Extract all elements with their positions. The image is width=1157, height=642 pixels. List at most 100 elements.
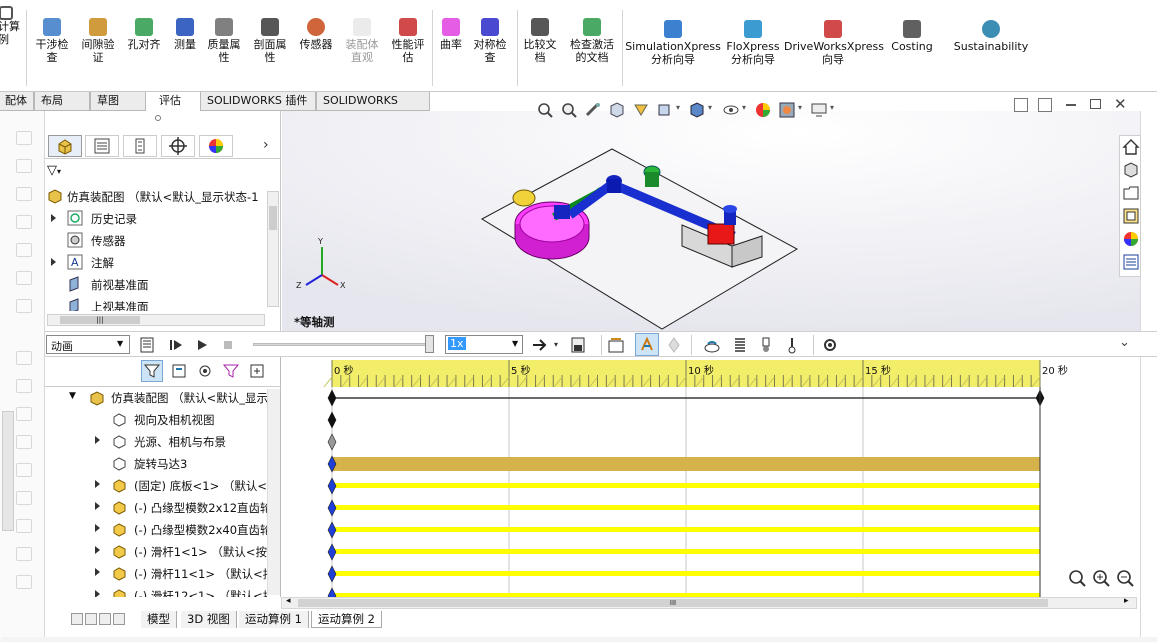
chevron-down-icon[interactable]: ▾: [554, 340, 558, 349]
display-manager-tab[interactable]: [199, 135, 233, 157]
chevron-right-icon[interactable]: ›: [263, 137, 269, 153]
scrollbar-thumb[interactable]: |||: [60, 316, 140, 324]
chevron-down-icon[interactable]: ▾: [742, 103, 746, 112]
motion-tree-root[interactable]: ▼ 仿真装配图 （默认<默认_显示状: [45, 387, 267, 409]
tab-assembly[interactable]: 配体: [0, 92, 34, 111]
playback-speed-select[interactable]: 1x ▼: [445, 335, 523, 354]
graphics-viewport[interactable]: ▾ ▾ ▾ ▾ ▾ ✕ Y X Z *等轴测: [282, 95, 1140, 331]
tree-item-top-plane[interactable]: 上视基准面: [47, 297, 267, 311]
ribbon-clearance-verification-button[interactable]: 间隙验 证: [78, 18, 118, 64]
motion-study-properties-icon[interactable]: [821, 336, 839, 354]
ribbon-assembly-visualization-button[interactable]: 装配体 直观: [340, 18, 384, 64]
motion-tree-item-lights-cameras-scene[interactable]: 光源、相机与布景: [45, 431, 267, 453]
ribbon-performance-evaluation-button[interactable]: 性能评 估: [386, 18, 430, 64]
motion-tree-item-rotary-motor[interactable]: 旋转马达3: [45, 453, 267, 475]
design-library-icon[interactable]: [1122, 161, 1140, 179]
ribbon-sustainability-button[interactable]: Sustainability: [946, 20, 1036, 53]
expand-arrow-icon[interactable]: [51, 258, 56, 266]
tab-sketch[interactable]: 草图: [90, 92, 146, 111]
left-splitter[interactable]: [2, 411, 14, 531]
zoom-area-icon[interactable]: [560, 101, 578, 119]
ribbon-floxpress-button[interactable]: FloXpress 分析向导: [722, 20, 784, 66]
close-icon[interactable]: ✕: [1114, 95, 1127, 113]
configurationmanager-tab[interactable]: [123, 135, 157, 157]
ribbon-interference-detection-button[interactable]: 干涉检 查: [30, 18, 74, 64]
home-icon[interactable]: [1122, 138, 1140, 156]
study-type-select[interactable]: 动画 ▼: [46, 335, 130, 354]
damper-icon[interactable]: [757, 336, 775, 354]
filter-selected-icon[interactable]: [197, 363, 215, 381]
collapse-motion-manager-icon[interactable]: ⌄: [1119, 335, 1130, 350]
zoom-to-fit-timeline-icon[interactable]: [1068, 569, 1088, 589]
playback-slider[interactable]: [253, 343, 429, 346]
motion-tree-item-view-camera[interactable]: 视向及相机视图: [45, 409, 267, 431]
motion-tree-item-slider-11[interactable]: (-) 滑杆11<1> （默认<按加: [45, 563, 267, 585]
tree-vertical-scrollbar[interactable]: [267, 191, 279, 307]
ribbon-hole-alignment-button[interactable]: 孔对齐: [124, 18, 164, 51]
expand-arrow-icon[interactable]: [95, 590, 100, 597]
view-palette-icon[interactable]: [1122, 207, 1140, 225]
zoom-in-icon[interactable]: [1092, 569, 1112, 589]
tab-solidworks-addins[interactable]: SOLIDWORKS 插件: [200, 92, 316, 111]
save-animation-icon[interactable]: [569, 336, 587, 354]
display-style-icon[interactable]: [688, 101, 706, 119]
tab-3d-view[interactable]: 3D 视图: [181, 611, 237, 628]
motion-tree-item-slider-12[interactable]: (-) 滑杆12<1> （默认<按加: [45, 585, 267, 597]
ribbon-mass-properties-button[interactable]: 质量属 性: [202, 18, 246, 64]
scroll-left-icon[interactable]: ◂: [286, 596, 291, 606]
expand-arrow-icon[interactable]: [95, 480, 100, 488]
expand-all-icon[interactable]: [249, 363, 267, 381]
zoom-to-fit-icon[interactable]: [536, 101, 554, 119]
tree-item-annotations[interactable]: A 注解: [47, 253, 267, 273]
appearances-icon[interactable]: [1122, 230, 1140, 248]
last-tab-icon[interactable]: [113, 613, 125, 625]
ribbon-measure-button[interactable]: 测量: [168, 18, 202, 51]
ribbon-costing-button[interactable]: Costing: [884, 20, 940, 53]
view-orientation-icon[interactable]: [656, 101, 674, 119]
chevron-down-icon[interactable]: ▾: [708, 103, 712, 112]
chevron-down-icon[interactable]: ▾: [830, 103, 834, 112]
expand-arrow-icon[interactable]: [51, 214, 56, 222]
tree-root[interactable]: 仿真装配图 （默认<默认_显示状态-1: [47, 188, 267, 206]
tab-layout[interactable]: 布局: [34, 92, 90, 111]
playback-mode-icon[interactable]: [531, 336, 549, 354]
previous-window-icon[interactable]: [1014, 98, 1028, 112]
autokey-button[interactable]: [635, 333, 659, 356]
panel-grip-icon[interactable]: [155, 115, 161, 121]
tab-evaluate[interactable]: 评估: [152, 92, 200, 111]
custom-properties-icon[interactable]: [1122, 253, 1140, 271]
edit-appearance-icon[interactable]: [754, 101, 772, 119]
collapse-arrow-icon[interactable]: ▼: [69, 391, 76, 401]
motion-tree-item-base-plate[interactable]: (固定) 底板<1> （默认<按: [45, 475, 267, 497]
ribbon-symmetry-check-button[interactable]: 对称检 查: [468, 18, 512, 64]
ribbon-section-properties-button[interactable]: 剖面属 性: [248, 18, 292, 64]
play-from-start-icon[interactable]: [167, 336, 185, 354]
stop-icon[interactable]: [219, 336, 237, 354]
expand-arrow-icon[interactable]: [95, 568, 100, 576]
filter-animated-button[interactable]: [141, 360, 163, 382]
expand-arrow-icon[interactable]: [95, 524, 100, 532]
ribbon-calc-button[interactable]: 计算 例: [0, 6, 24, 46]
ribbon-compare-documents-button[interactable]: 比较文 档: [518, 18, 562, 64]
section-view-icon[interactable]: [608, 101, 626, 119]
featuremanager-tab[interactable]: [48, 135, 82, 157]
ribbon-curvature-button[interactable]: 曲率: [434, 18, 468, 51]
chevron-down-icon[interactable]: ▾: [798, 103, 802, 112]
animation-wizard-icon[interactable]: [607, 336, 625, 354]
chevron-down-icon[interactable]: ▾: [676, 103, 680, 112]
tree-horizontal-scrollbar[interactable]: |||: [47, 314, 265, 326]
file-explorer-icon[interactable]: [1122, 184, 1140, 202]
motion-tree-item-gear-2x12[interactable]: (-) 凸缘型模数2x12直齿轮: [45, 497, 267, 519]
motion-tree-item-gear-2x40[interactable]: (-) 凸缘型模数2x40直齿轮: [45, 519, 267, 541]
motion-tree-item-slider-1[interactable]: (-) 滑杆1<1> （默认<按加工: [45, 541, 267, 563]
tab-motion-study-1[interactable]: 运动算例 1: [239, 611, 309, 628]
expand-arrow-icon[interactable]: [95, 546, 100, 554]
timeline-horizontal-scrollbar[interactable]: ◂ III ▸: [281, 596, 1137, 609]
first-tab-icon[interactable]: [71, 613, 83, 625]
calculate-icon[interactable]: [139, 336, 157, 354]
ribbon-driveworksxpress-button[interactable]: DriveWorksXpress 向导: [784, 20, 884, 66]
propertymanager-tab[interactable]: [85, 135, 119, 157]
motor-icon[interactable]: [703, 336, 721, 354]
filter-icon[interactable]: ▽▾: [47, 163, 61, 178]
ribbon-sensor-button[interactable]: 传感器: [294, 18, 338, 51]
